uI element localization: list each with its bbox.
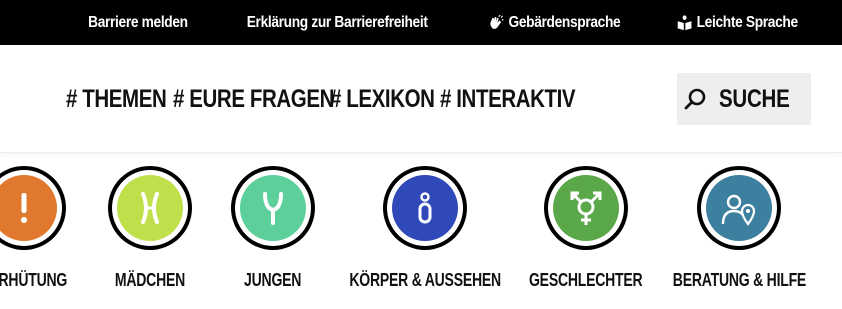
category-disc <box>553 175 619 241</box>
category-label: BERATUNG & HILFE <box>672 270 806 290</box>
category-disc <box>117 175 183 241</box>
category-ring-gap <box>235 170 311 246</box>
exclamation-icon <box>21 193 27 223</box>
category-ring <box>231 166 315 250</box>
category-beratung-hilfe[interactable]: BERATUNG & HILFE <box>666 166 812 291</box>
category-disc <box>706 175 772 241</box>
category-disc <box>0 175 57 241</box>
category-disc <box>392 175 458 241</box>
category-label: JUNGEN <box>244 270 302 290</box>
category-strip: VERHÜTUNG MÄDCHEN JUNGEN <box>0 160 842 309</box>
category-ring <box>544 166 628 250</box>
search-icon <box>684 88 706 110</box>
accessibility-statement-link[interactable]: Erklärung zur Barrierefreiheit <box>247 14 428 32</box>
category-label: VERHÜTUNG <box>0 270 68 290</box>
category-ring <box>697 166 781 250</box>
search-label: SUCHE <box>718 84 790 113</box>
sign-language-link[interactable]: Gebärdensprache <box>489 14 621 32</box>
category-koerper-aussehen[interactable]: KÖRPER & AUSSEHEN <box>349 166 501 291</box>
main-navigation: # THEMEN # EURE FRAGEN # LEXIKON # INTER… <box>66 85 590 114</box>
nav-item-interaktiv[interactable]: # INTERAKTIV <box>440 85 576 114</box>
x-chromosome-icon <box>141 192 159 224</box>
category-ring-gap <box>548 170 624 246</box>
easy-language-link[interactable]: Leichte Sprache <box>677 13 799 32</box>
category-geschlechter[interactable]: GESCHLECHTER <box>516 166 656 291</box>
category-ring-gap <box>701 170 777 246</box>
category-ring-gap <box>0 170 62 246</box>
nav-item-themen[interactable]: # THEMEN <box>66 85 167 114</box>
category-disc <box>240 175 306 241</box>
category-label: GESCHLECHTER <box>529 270 643 290</box>
category-maedchen[interactable]: MÄDCHEN <box>88 166 212 291</box>
counseling-location-icon <box>721 194 756 226</box>
category-label: MÄDCHEN <box>114 270 186 290</box>
category-ring-gap <box>387 170 463 246</box>
y-chromosome-icon <box>263 192 283 225</box>
report-barrier-link[interactable]: Barriere melden <box>88 14 188 32</box>
category-ring <box>0 166 66 250</box>
report-barrier-label: Barriere melden <box>88 13 188 31</box>
category-jungen[interactable]: JUNGEN <box>211 166 335 291</box>
nav-item-lexikon[interactable]: # LEXIKON <box>330 85 435 114</box>
body-icon <box>418 192 432 224</box>
search-button[interactable]: SUCHE <box>677 73 811 125</box>
category-ring-gap <box>112 170 188 246</box>
category-ring <box>383 166 467 250</box>
category-label: KÖRPER & AUSSEHEN <box>349 270 501 290</box>
nav-item-eure-fragen[interactable]: # EURE FRAGEN <box>173 85 334 114</box>
accessibility-statement-label: Erklärung zur Barrierefreiheit <box>246 13 428 31</box>
category-verhuetung[interactable]: VERHÜTUNG <box>0 166 86 291</box>
gender-symbol-icon <box>570 191 602 225</box>
top-utility-bar: Barriere melden Erklärung zur Barrierefr… <box>0 0 842 45</box>
easy-language-label: Leichte Sprache <box>697 13 799 31</box>
sign-language-hands-icon <box>490 14 504 29</box>
easy-language-icon <box>678 14 692 30</box>
category-ring <box>108 166 192 250</box>
site-header: # THEMEN # EURE FRAGEN # LEXIKON # INTER… <box>0 45 842 153</box>
sign-language-label: Gebärdensprache <box>508 13 621 31</box>
